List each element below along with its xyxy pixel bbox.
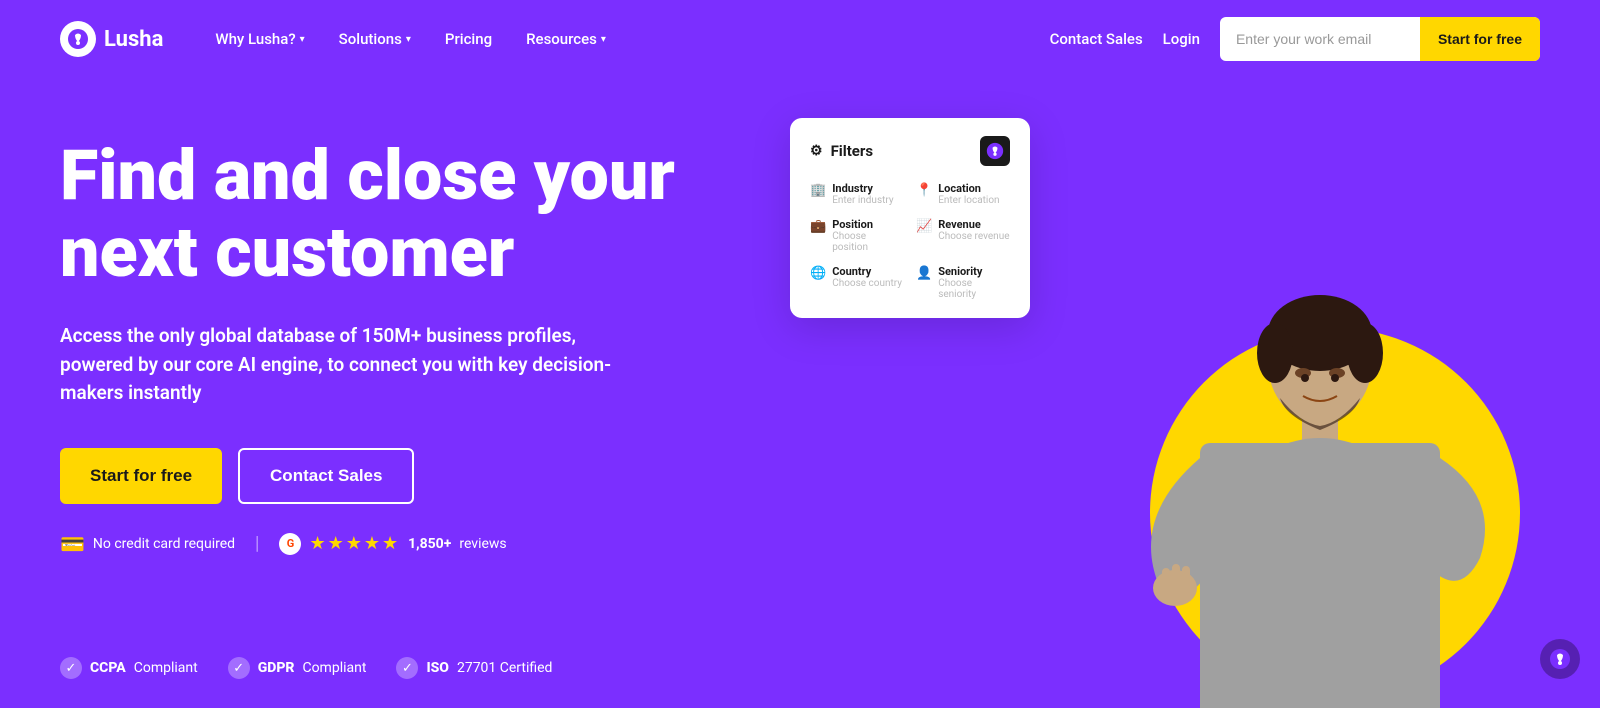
iso-check-icon: ✓ bbox=[396, 657, 418, 679]
hero-title: Find and close your next customer bbox=[60, 138, 760, 292]
nav-resources[interactable]: Resources ▾ bbox=[514, 22, 618, 56]
filter-location: 📍 Location Enter location bbox=[916, 182, 1010, 206]
hero-right: ⚙ Filters 🏢 Industry Enter indust bbox=[760, 118, 1540, 658]
start-free-button[interactable]: Start for free bbox=[1420, 17, 1540, 61]
hero-trust: 💳 No credit card required | G ★★★★★ 1,85… bbox=[60, 532, 760, 556]
bottom-lusha-icon[interactable] bbox=[1540, 639, 1580, 679]
hero-start-free-button[interactable]: Start for free bbox=[60, 448, 222, 504]
chevron-down-icon: ▾ bbox=[300, 34, 305, 45]
main-content: Find and close your next customer Access… bbox=[0, 78, 1600, 698]
contact-sales-link[interactable]: Contact Sales bbox=[1050, 30, 1143, 48]
location-icon: 📍 bbox=[916, 183, 932, 198]
industry-icon: 🏢 bbox=[810, 183, 826, 198]
email-form: Start for free bbox=[1220, 17, 1540, 61]
filter-grid: 🏢 Industry Enter industry 📍 Location Ent… bbox=[810, 182, 1010, 300]
star-rating: ★★★★★ bbox=[309, 533, 400, 554]
filters-header: ⚙ Filters bbox=[810, 136, 1010, 166]
revenue-icon: 📈 bbox=[916, 219, 932, 234]
nav-links: Why Lusha? ▾ Solutions ▾ Pricing Resourc… bbox=[203, 22, 1049, 56]
filter-icon: ⚙ bbox=[810, 143, 823, 159]
compliance-gdpr: ✓ GDPR Compliant bbox=[228, 657, 367, 679]
email-input[interactable] bbox=[1220, 31, 1420, 47]
hero-contact-sales-button[interactable]: Contact Sales bbox=[238, 448, 414, 504]
filter-industry: 🏢 Industry Enter industry bbox=[810, 182, 904, 206]
trust-g2: G ★★★★★ 1,850+ reviews bbox=[279, 533, 506, 555]
filters-lusha-icon bbox=[980, 136, 1010, 166]
filter-country: 🌐 Country Choose country bbox=[810, 265, 904, 300]
compliance-iso: ✓ ISO 27701 Certified bbox=[396, 657, 552, 679]
filters-card: ⚙ Filters 🏢 Industry Enter indust bbox=[790, 118, 1030, 318]
logo-text: Lusha bbox=[104, 27, 163, 52]
hero-subtitle: Access the only global database of 150M+… bbox=[60, 322, 620, 408]
filter-position: 💼 Position Choose position bbox=[810, 218, 904, 253]
hero-left: Find and close your next customer Access… bbox=[60, 118, 760, 658]
filter-revenue: 📈 Revenue Choose revenue bbox=[916, 218, 1010, 253]
seniority-icon: 👤 bbox=[916, 266, 932, 281]
navigation: Lusha Why Lusha? ▾ Solutions ▾ Pricing R… bbox=[0, 0, 1600, 78]
nav-right: Contact Sales Login Start for free bbox=[1050, 17, 1540, 61]
hero-buttons: Start for free Contact Sales bbox=[60, 448, 760, 504]
trust-no-credit: 💳 No credit card required bbox=[60, 532, 235, 556]
chevron-down-icon: ▾ bbox=[601, 34, 606, 45]
compliance-bar: ✓ CCPA Compliant ✓ GDPR Compliant ✓ ISO … bbox=[60, 657, 552, 679]
credit-card-icon: 💳 bbox=[60, 532, 85, 556]
person-image bbox=[1120, 268, 1500, 708]
nav-solutions[interactable]: Solutions ▾ bbox=[327, 22, 423, 56]
gdpr-check-icon: ✓ bbox=[228, 657, 250, 679]
g2-icon: G bbox=[279, 533, 301, 555]
nav-why-lusha[interactable]: Why Lusha? ▾ bbox=[203, 22, 316, 56]
position-icon: 💼 bbox=[810, 219, 826, 234]
filters-title: ⚙ Filters bbox=[810, 142, 873, 160]
login-link[interactable]: Login bbox=[1163, 30, 1200, 48]
ccpa-check-icon: ✓ bbox=[60, 657, 82, 679]
nav-pricing[interactable]: Pricing bbox=[433, 22, 504, 56]
chevron-down-icon: ▾ bbox=[406, 34, 411, 45]
logo[interactable]: Lusha bbox=[60, 21, 163, 57]
logo-icon bbox=[60, 21, 96, 57]
country-icon: 🌐 bbox=[810, 266, 826, 281]
trust-divider: | bbox=[255, 533, 259, 554]
compliance-ccpa: ✓ CCPA Compliant bbox=[60, 657, 198, 679]
filter-seniority: 👤 Seniority Choose seniority bbox=[916, 265, 1010, 300]
